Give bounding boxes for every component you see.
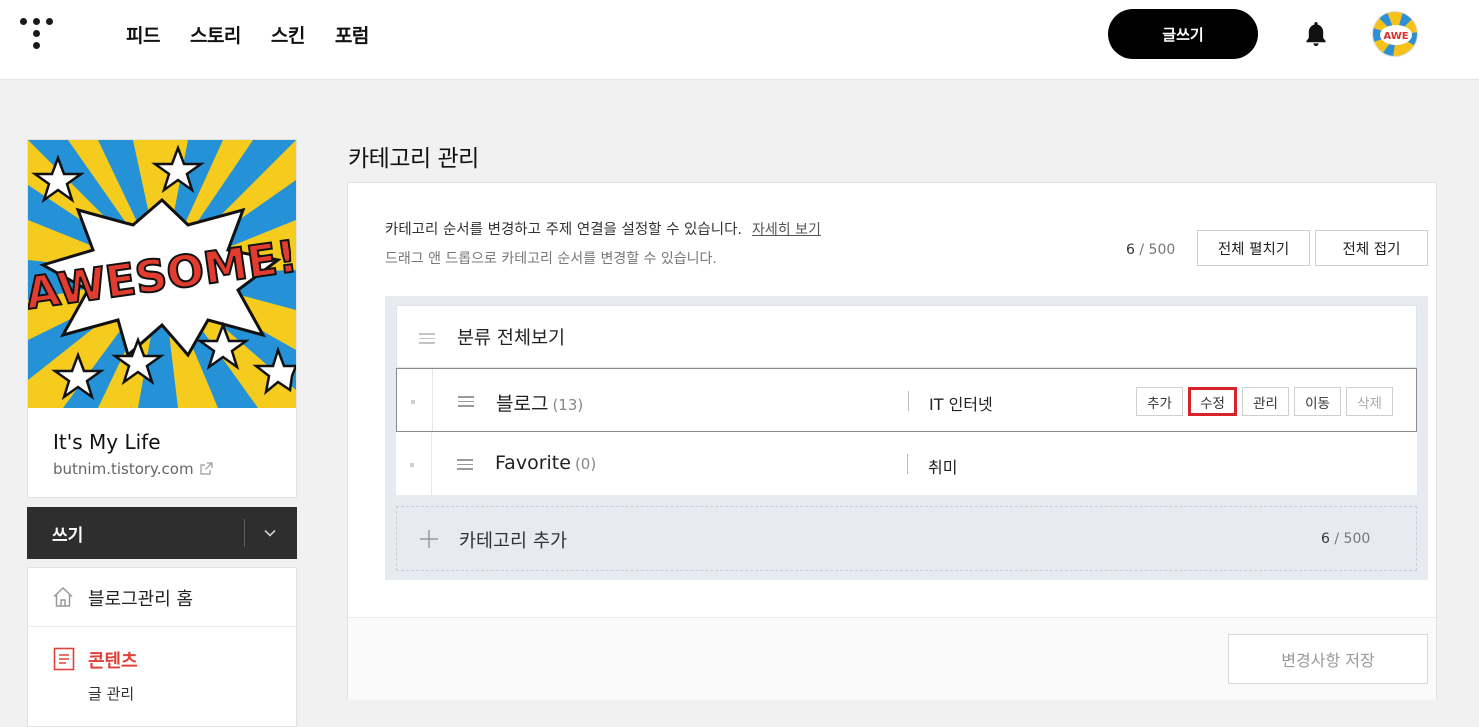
- category-count-current: 6: [1126, 242, 1135, 258]
- drag-handle-icon[interactable]: [458, 396, 474, 408]
- delete-category-button[interactable]: 삭제: [1346, 387, 1393, 416]
- admin-menu: 블로그관리 홈 콘텐츠 글 관리: [27, 567, 297, 727]
- category-name-text: Favorite: [495, 452, 571, 474]
- add-count-max: / 500: [1329, 531, 1371, 547]
- svg-text:AWE: AWE: [1383, 31, 1408, 42]
- write-button[interactable]: 쓰기: [52, 521, 83, 546]
- category-post-count: (0): [574, 455, 597, 473]
- write-post-button[interactable]: 글쓰기: [1108, 9, 1258, 59]
- blog-url-text: butnim.tistory.com: [53, 460, 194, 478]
- panel-footer: 변경사항 저장: [348, 617, 1436, 700]
- category-tree: 분류 전체보기 블로그 (13) IT 인터넷 추가 수정 관리 이동 삭제 Fa…: [385, 296, 1428, 580]
- description-text: 카테고리 순서를 변경하고 주제 연결을 설정할 수 있습니다.: [385, 222, 743, 238]
- category-post-count: (13): [552, 396, 584, 414]
- document-icon: [53, 647, 75, 671]
- blog-url-link[interactable]: butnim.tistory.com: [53, 460, 213, 478]
- blog-profile-card: AWESOME! It's My Life butnim.tistory.com: [27, 139, 297, 498]
- all-categories-label: 분류 전체보기: [457, 328, 566, 349]
- menu-home-label: 블로그관리 홈: [88, 589, 194, 610]
- category-name-text: 블로그: [496, 393, 549, 415]
- menu-post-manage[interactable]: 글 관리: [88, 683, 134, 704]
- menu-content-label: 콘텐츠: [88, 651, 138, 672]
- column-divider: [908, 391, 909, 411]
- add-category-count: 6 / 500: [1321, 531, 1370, 547]
- column-divider: [907, 454, 908, 474]
- add-category-label: 카테고리 추가: [459, 531, 568, 552]
- description-line-1: 카테고리 순서를 변경하고 주제 연결을 설정할 수 있습니다. 자세히 보기: [385, 218, 821, 239]
- drag-handle-icon[interactable]: [457, 459, 473, 471]
- tree-indent-line: [431, 432, 432, 495]
- category-topic[interactable]: IT 인터넷: [929, 391, 993, 415]
- nav-feed[interactable]: 피드: [126, 21, 160, 48]
- collapse-all-button[interactable]: 전체 접기: [1315, 230, 1428, 266]
- blog-profile-image[interactable]: AWESOME!: [28, 140, 296, 408]
- top-bar: 피드 스토리 스킨 포럼 글쓰기 AWE: [0, 0, 1479, 80]
- external-link-icon: [200, 462, 213, 475]
- category-row[interactable]: Favorite (0) 취미: [396, 432, 1417, 495]
- nav-skin[interactable]: 스킨: [271, 21, 305, 48]
- category-name: Favorite (0): [495, 452, 596, 474]
- blog-title[interactable]: It's My Life: [53, 430, 161, 454]
- save-changes-button[interactable]: 변경사항 저장: [1228, 634, 1428, 684]
- menu-blog-admin-home[interactable]: 블로그관리 홈: [28, 568, 296, 627]
- category-name: 블로그 (13): [496, 389, 583, 416]
- move-category-button[interactable]: 이동: [1294, 387, 1341, 416]
- write-bar-divider: [244, 519, 245, 547]
- add-subcategory-button[interactable]: 추가: [1136, 387, 1183, 416]
- nav-forum[interactable]: 포럼: [335, 21, 369, 48]
- category-panel: 카테고리 순서를 변경하고 주제 연결을 설정할 수 있습니다. 자세히 보기 드…: [347, 182, 1437, 700]
- nav-story[interactable]: 스토리: [190, 21, 241, 48]
- description-line-2: 드래그 앤 드롭으로 카테고리 순서를 변경할 수 있습니다.: [385, 251, 717, 267]
- chevron-down-icon[interactable]: [263, 526, 277, 540]
- tree-dot: [411, 400, 415, 404]
- top-nav: 피드 스토리 스킨 포럼: [126, 21, 369, 48]
- add-category-row[interactable]: 카테고리 추가 6 / 500: [396, 506, 1417, 571]
- edit-category-button[interactable]: 수정: [1188, 387, 1237, 416]
- category-topic[interactable]: 취미: [928, 454, 957, 478]
- category-count-max: / 500: [1134, 242, 1176, 258]
- page-title: 카테고리 관리: [348, 146, 479, 172]
- expand-all-button[interactable]: 전체 펼치기: [1197, 230, 1310, 266]
- write-dropdown-bar: 쓰기: [27, 507, 297, 559]
- manage-category-button[interactable]: 관리: [1242, 387, 1289, 416]
- tistory-logo[interactable]: [20, 16, 54, 50]
- category-row-all[interactable]: 분류 전체보기: [396, 305, 1417, 368]
- add-count-current: 6: [1321, 531, 1330, 547]
- tree-dot: [410, 463, 414, 467]
- tree-indent-line: [432, 369, 433, 431]
- profile-avatar[interactable]: AWE: [1372, 11, 1418, 57]
- plus-icon: [420, 530, 438, 548]
- drag-handle-icon: [419, 333, 435, 345]
- bell-icon[interactable]: [1303, 20, 1329, 48]
- category-row[interactable]: 블로그 (13) IT 인터넷 추가 수정 관리 이동 삭제: [396, 368, 1417, 432]
- home-icon: [53, 586, 73, 607]
- category-count: 6 / 500: [1126, 242, 1175, 258]
- more-info-link[interactable]: 자세히 보기: [752, 222, 821, 238]
